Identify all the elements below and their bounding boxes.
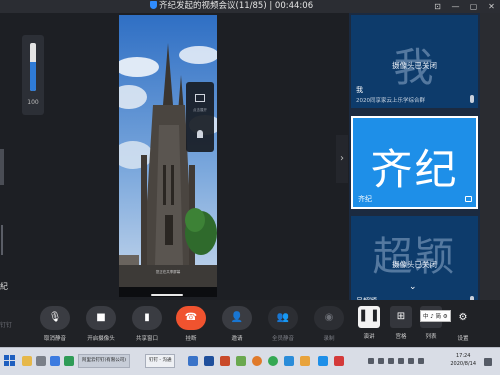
screen-icon[interactable] — [195, 94, 205, 102]
volume-level — [30, 62, 36, 91]
folder-icon[interactable] — [22, 356, 32, 366]
share-banner: 您正在共享屏幕 — [155, 270, 181, 274]
mute-all-button[interactable]: 👥 全员静音 — [268, 306, 298, 342]
participant-name: 齐纪 — [358, 195, 372, 203]
left-edge-handle[interactable] — [0, 149, 4, 185]
shared-photo — [119, 15, 217, 293]
title-bar: 齐纪发起的视频会议(11/85) | 00:44:06 ⊡ — ▢ ✕ — [0, 0, 500, 13]
notification-icon[interactable] — [484, 358, 492, 366]
left-label: 紀 — [0, 282, 8, 291]
participant-sub: 2020同享家云上乐学综合群 — [356, 98, 425, 104]
microphone-icon — [470, 95, 474, 103]
chevron-down-icon[interactable]: ⌄ — [409, 282, 419, 292]
camera-status: 摄像头已关闭 — [392, 61, 437, 70]
floating-share-panel[interactable]: 点击展开 — [186, 82, 214, 152]
settings-button[interactable]: ⚙ 设置 — [448, 306, 478, 342]
participant-tile[interactable]: 我 摄像头已关闭 我 2020同享家云上乐学综合群 — [351, 15, 478, 108]
minimize-icon[interactable]: — — [451, 2, 460, 11]
tray-icon[interactable] — [378, 358, 384, 364]
word-icon[interactable] — [204, 356, 214, 366]
taskbar-app-dingtalk[interactable]: 阿里云钉钉(有限公司) — [78, 354, 131, 368]
camera-icon — [465, 196, 472, 202]
windows-start-icon[interactable] — [4, 355, 16, 367]
volume-icon[interactable] — [418, 358, 424, 364]
tray-icon[interactable] — [398, 358, 404, 364]
volume-value: 100 — [27, 99, 39, 106]
taskbar: 阿里云钉钉(有限公司) 钉钉 - 沟通 17:24 2020/8/14 — [0, 347, 500, 375]
clock-time: 17:24 — [455, 353, 471, 359]
chrome-icon[interactable] — [268, 356, 278, 366]
speaker-view-icon: ▌▐ — [361, 311, 377, 322]
collapse-panel-button[interactable]: › — [336, 135, 348, 183]
meeting-window: 齐纪发起的视频会议(11/85) | 00:44:06 ⊡ — ▢ ✕ 100 … — [0, 0, 500, 375]
meeting-timer: 00:44:06 — [274, 1, 314, 11]
speaker-view-button[interactable]: ▌▐ 演讲 — [358, 306, 380, 340]
unmute-button[interactable]: 🎙 取消静音 — [40, 306, 70, 342]
mute-all-icon: 👥 — [276, 312, 290, 323]
participants-panel: 我 摄像头已关闭 我 2020同享家云上乐学综合群 齐纪 齐纪 超颖 摄像头已关… — [349, 13, 480, 309]
invite-icon: 👤 — [230, 312, 244, 323]
tray-icon[interactable] — [388, 358, 394, 364]
close-icon[interactable]: ✕ — [487, 2, 496, 11]
meeting-title: 齐纪发起的视频会议(11/85) — [159, 1, 267, 11]
powerpoint-icon[interactable] — [220, 356, 230, 366]
panel-hint: 点击展开 — [193, 108, 207, 112]
app-icon[interactable] — [334, 356, 344, 366]
camera-button[interactable]: ■ 开启摄像头 — [86, 306, 116, 342]
taskbar-app[interactable]: 钉钉 - 沟通 — [145, 354, 176, 368]
network-icon[interactable] — [408, 358, 414, 364]
ime-indicator[interactable]: 中 ♪ 简 ⚙ — [420, 310, 451, 322]
participant-name: 我 — [356, 86, 363, 94]
browser-icon[interactable] — [188, 356, 198, 366]
participant-tile[interactable]: 超颖 摄像头已关闭 ⌄ 吴超颖 — [351, 216, 478, 309]
right-edge-bar — [480, 13, 500, 300]
hangup-icon: ☎ — [184, 312, 198, 323]
camera-status: 摄像头已关闭 — [392, 260, 437, 269]
maximize-icon[interactable]: ▢ — [469, 2, 478, 11]
location-pin-icon[interactable] — [197, 130, 203, 138]
invite-button[interactable]: 👤 邀请 — [222, 306, 252, 342]
avatar-char: 超颖 — [372, 234, 457, 280]
shield-icon — [150, 1, 157, 9]
pin-icon[interactable]: ⊡ — [433, 2, 442, 11]
grid-view-icon: ⊞ — [396, 311, 406, 322]
shared-screen[interactable] — [119, 15, 217, 297]
app-icon[interactable] — [64, 356, 74, 366]
firefox-icon[interactable] — [252, 356, 262, 366]
toolbar-left-label: 钉钉 — [0, 322, 13, 329]
hangup-button[interactable]: ☎ 挂断 — [176, 306, 206, 342]
app-icon[interactable] — [300, 356, 310, 366]
grid-view-button[interactable]: ⊞ 宫格 — [390, 306, 412, 340]
window-title: 齐纪发起的视频会议(11/85) | 00:44:06 — [150, 0, 313, 13]
app-icon[interactable] — [284, 356, 294, 366]
home-indicator — [151, 294, 183, 296]
record-button[interactable]: ◉ 录制 — [314, 306, 344, 342]
window-controls: ⊡ — ▢ ✕ — [433, 0, 496, 13]
app-icon[interactable] — [236, 356, 246, 366]
meeting-toolbar: 钉钉 🎙 取消静音 ■ 开启摄像头 ▮ 共享窗口 ☎ 挂断 👤 邀请 👥 全员静… — [0, 300, 500, 347]
clock-date: 2020/8/14 — [450, 361, 476, 367]
record-icon: ◉ — [324, 312, 334, 323]
clock[interactable]: 17:24 2020/8/14 — [450, 352, 476, 368]
left-edge-marks — [1, 225, 5, 255]
participant-tile-active[interactable]: 齐纪 齐纪 — [351, 116, 478, 209]
app-icon[interactable] — [36, 356, 46, 366]
share-window-button[interactable]: ▮ 共享窗口 — [132, 306, 162, 342]
gear-icon: ⚙ — [458, 312, 468, 323]
volume-slider[interactable]: 100 — [22, 35, 44, 115]
avatar-char: 齐纪 — [370, 145, 459, 194]
tray-icon[interactable] — [368, 358, 374, 364]
mic-off-icon: 🎙 — [48, 312, 62, 323]
app-icon[interactable] — [50, 356, 60, 366]
chevron-right-icon: › — [340, 153, 344, 164]
camera-icon: ■ — [96, 312, 106, 323]
share-icon: ▮ — [144, 312, 150, 323]
dingtalk-icon[interactable] — [318, 356, 328, 366]
